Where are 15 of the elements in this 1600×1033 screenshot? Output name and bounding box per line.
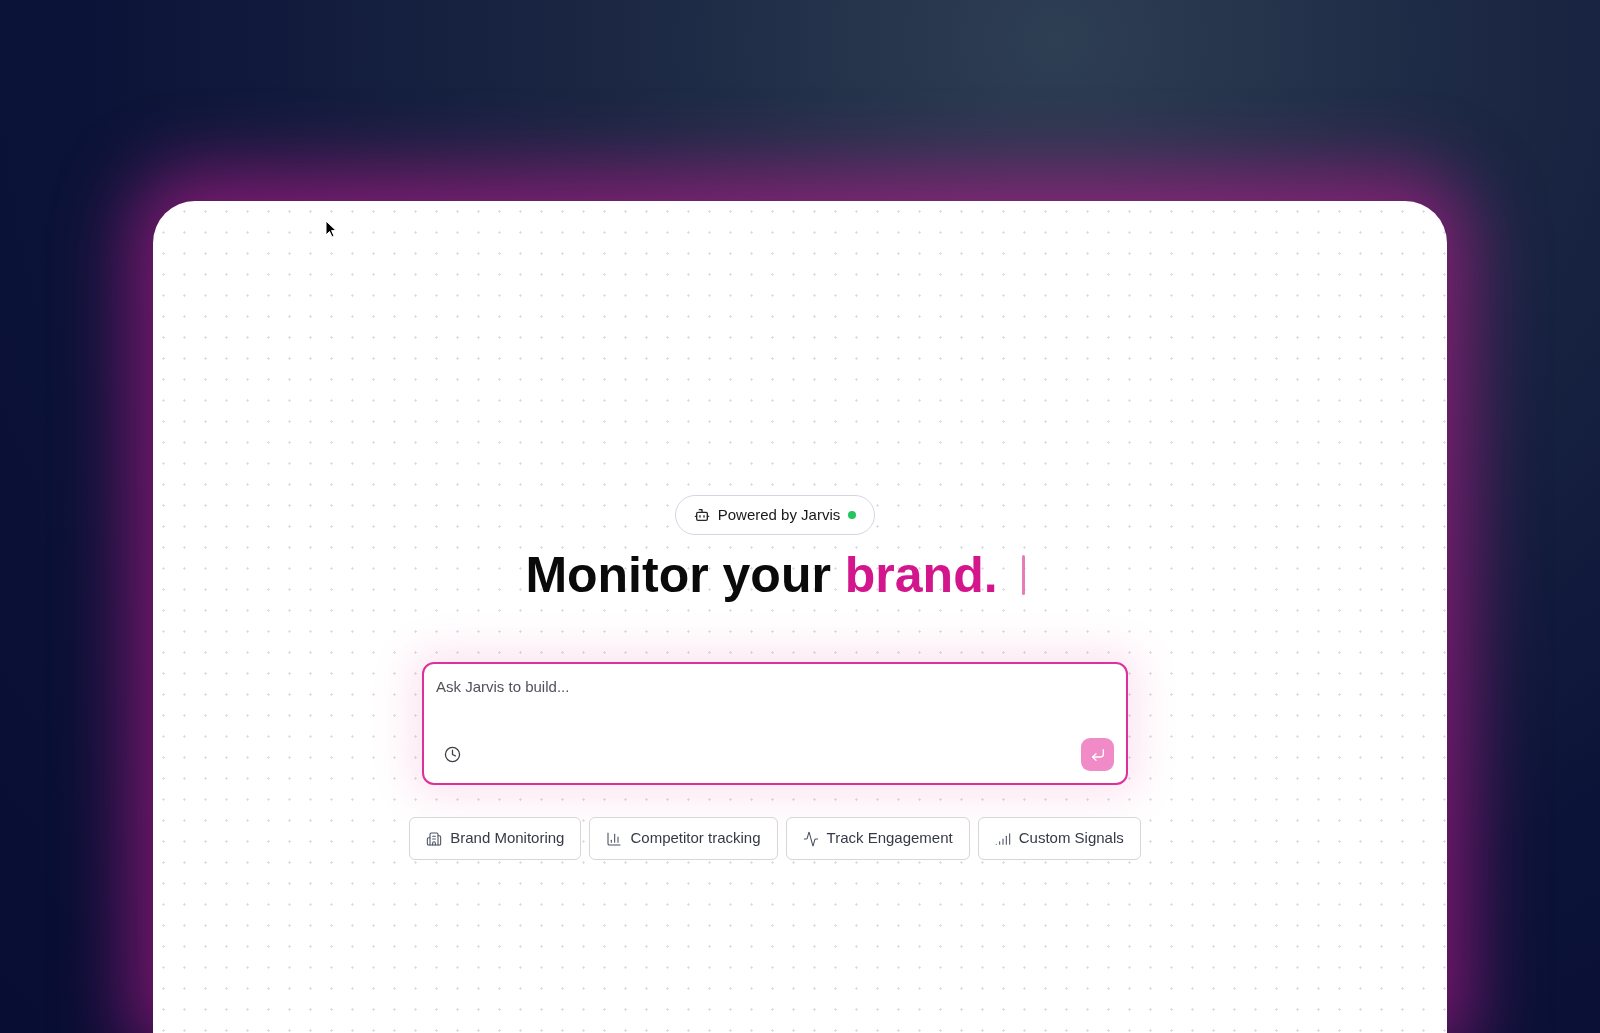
building-icon [426,830,443,847]
suggestion-chip[interactable]: Custom Signals [977,817,1141,860]
robot-icon [693,507,710,523]
signal-bars-icon [994,830,1011,847]
mouse-pointer-icon [325,220,337,238]
bar-chart-icon [606,830,623,847]
prompt-input[interactable]: Ask Jarvis to build... [436,676,1114,698]
clock-icon[interactable] [444,746,461,763]
suggestion-chip[interactable]: Track Engagement [785,817,970,860]
headline: Monitor your brand. [525,546,998,605]
return-arrow-icon [1089,746,1106,763]
suggestion-chip[interactable]: Brand Monitoring [409,817,582,860]
pulse-line-icon [802,830,819,847]
badge-label: Powered by Jarvis [717,504,841,525]
suggestion-chip[interactable]: Competitor tracking [589,817,778,860]
